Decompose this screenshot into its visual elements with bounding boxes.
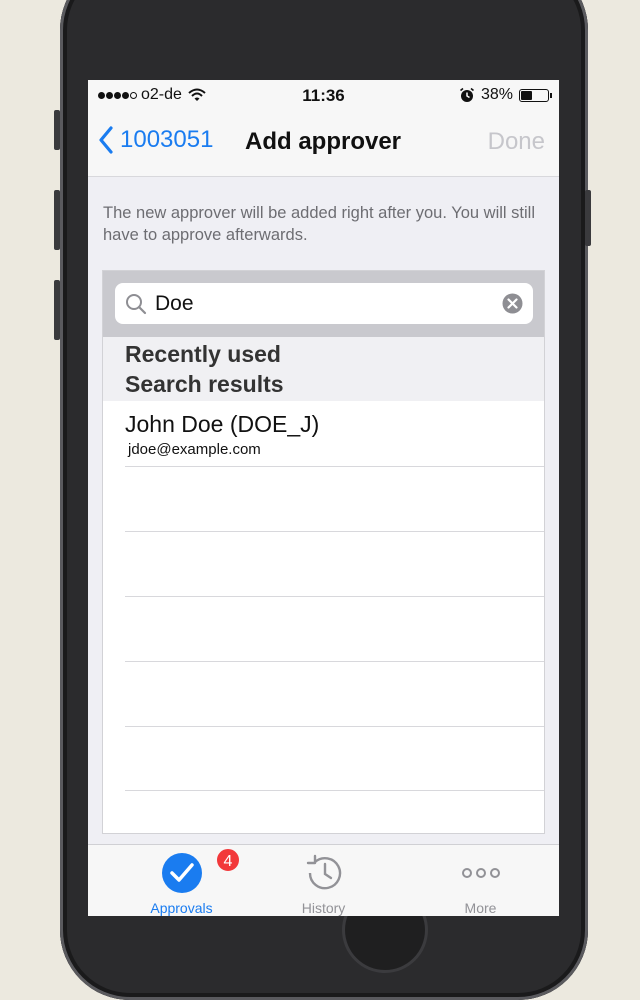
checkmark-circle-icon bbox=[160, 851, 204, 895]
info-text: The new approver will be added right aft… bbox=[103, 204, 535, 244]
approver-name: John Doe (DOE_J) bbox=[125, 411, 320, 437]
volume-down-button bbox=[54, 280, 60, 340]
status-right: 38% bbox=[459, 86, 552, 104]
tab-approvals[interactable]: 4 Approvals bbox=[103, 845, 260, 916]
battery-percent: 38% bbox=[480, 86, 513, 103]
page-title: Add approver bbox=[245, 128, 402, 155]
clear-search-icon[interactable] bbox=[502, 293, 523, 314]
done-button[interactable]: Done bbox=[488, 128, 545, 156]
alarm-icon bbox=[459, 87, 474, 102]
more-dots-icon bbox=[459, 851, 503, 895]
power-button bbox=[585, 190, 591, 246]
approvals-badge: 4 bbox=[215, 847, 241, 873]
tab-bar: 4 Approvals History More bbox=[88, 844, 559, 916]
battery-fill bbox=[521, 90, 532, 100]
mute-switch bbox=[54, 110, 60, 150]
tab-more[interactable]: More bbox=[402, 845, 559, 916]
section-header-recent: Recently used bbox=[103, 337, 544, 369]
empty-row bbox=[125, 466, 544, 532]
app-screen: o2-de 11:36 38% 1003051 Add approver Don… bbox=[88, 80, 559, 916]
empty-row bbox=[125, 596, 544, 662]
tab-label: More bbox=[464, 900, 497, 916]
empty-row bbox=[125, 725, 544, 791]
chevron-left-icon bbox=[99, 126, 113, 154]
history-clock-icon bbox=[302, 851, 346, 895]
tab-history[interactable]: History bbox=[245, 845, 402, 916]
navigation-bar: 1003051 Add approver Done bbox=[88, 110, 559, 177]
empty-row bbox=[125, 531, 544, 597]
back-label: 1003051 bbox=[120, 126, 214, 153]
tab-label: History bbox=[301, 900, 346, 916]
volume-up-button bbox=[54, 190, 60, 250]
approver-email: jdoe@example.com bbox=[128, 441, 261, 458]
empty-row bbox=[125, 661, 544, 727]
back-button[interactable]: 1003051 bbox=[98, 126, 213, 154]
search-icon bbox=[126, 294, 147, 315]
search-input[interactable] bbox=[155, 283, 493, 324]
search-bar bbox=[103, 271, 544, 337]
tab-label: Approvals bbox=[150, 900, 213, 916]
status-bar: o2-de 11:36 38% bbox=[88, 80, 559, 110]
list-item[interactable]: John Doe (DOE_J) jdoe@example.com bbox=[125, 401, 544, 467]
battery-icon bbox=[519, 88, 552, 102]
approver-list: Recently used Search results John Doe (D… bbox=[102, 270, 545, 834]
section-header-results: Search results bbox=[103, 369, 544, 401]
search-field bbox=[115, 283, 533, 324]
